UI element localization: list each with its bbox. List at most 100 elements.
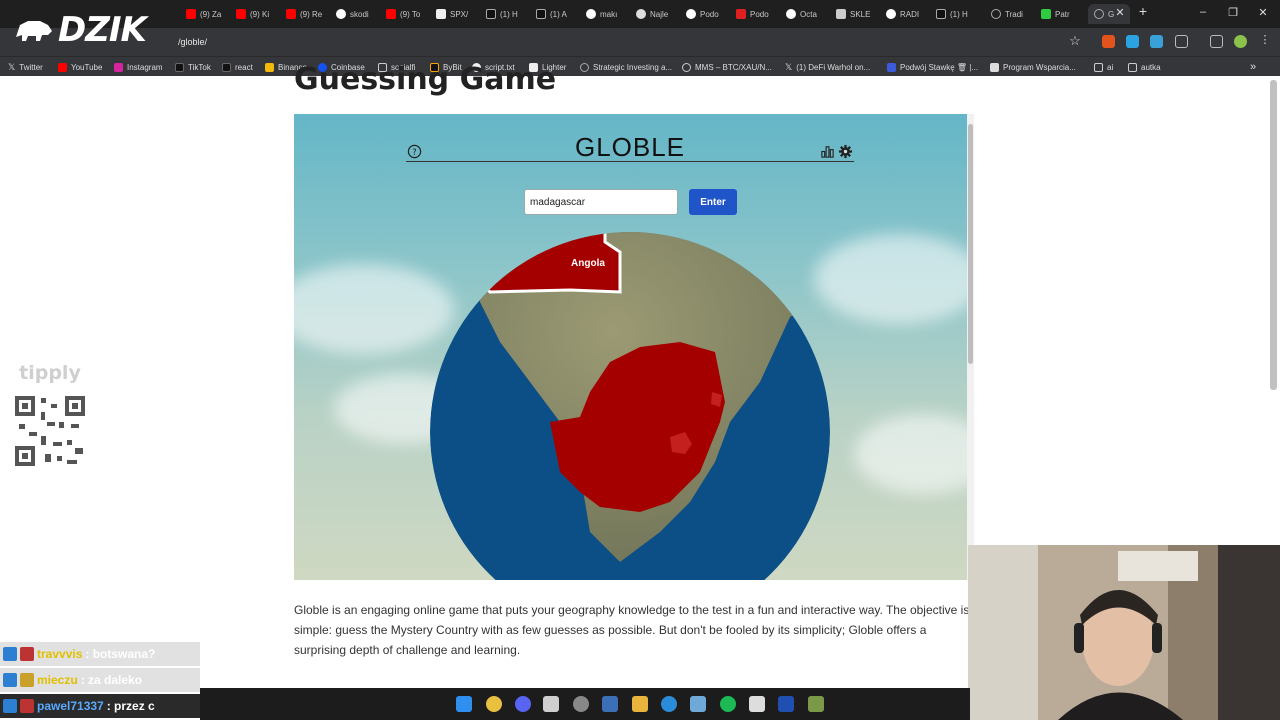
x-icon bbox=[936, 9, 946, 19]
extension-icon[interactable] bbox=[1126, 35, 1139, 48]
browser-tab[interactable]: RADI bbox=[880, 4, 930, 24]
browser-tab[interactable]: skodi bbox=[330, 4, 380, 24]
chrome-icon[interactable] bbox=[486, 696, 502, 712]
country-guess-input[interactable] bbox=[524, 189, 678, 215]
steam-icon[interactable] bbox=[602, 696, 618, 712]
bookmark[interactable]: 𝕏 Twitter bbox=[8, 60, 43, 74]
app-icon[interactable] bbox=[778, 696, 794, 712]
bookmark-label: Twitter bbox=[19, 62, 43, 72]
discord-icon[interactable] bbox=[515, 696, 531, 712]
tab-label: (9) Za bbox=[200, 9, 222, 19]
chat-text: : botswana? bbox=[85, 647, 156, 661]
bookmark-label: MMS – BTC/XAU/N... bbox=[695, 62, 772, 72]
bookmark[interactable]: MMS – BTC/XAU/N... bbox=[682, 60, 772, 74]
chat-message: pawel71337 : przez c bbox=[0, 694, 200, 718]
bookmark[interactable]: TikTok bbox=[175, 60, 211, 74]
browser-tab[interactable]: SPX/ bbox=[430, 4, 480, 24]
bookmark-folder[interactable]: autka bbox=[1128, 60, 1161, 74]
extension-icon[interactable] bbox=[1102, 35, 1115, 48]
url-field[interactable]: /globle/ bbox=[150, 32, 1090, 52]
browser-tab[interactable]: Podo bbox=[730, 4, 780, 24]
qr-code-icon bbox=[11, 392, 89, 470]
game-scrollbar-thumb[interactable] bbox=[968, 124, 973, 364]
minimize-icon[interactable]: – bbox=[1196, 6, 1210, 18]
x-icon: 𝕏 bbox=[785, 61, 793, 72]
puzzle-icon[interactable] bbox=[1175, 35, 1188, 48]
settings-gear-icon[interactable] bbox=[838, 144, 853, 159]
bookmark[interactable]: react bbox=[222, 60, 253, 74]
tipply-widget: tipply bbox=[8, 362, 92, 474]
bookmark[interactable]: 𝕏 (1) DeFi Warhol on... bbox=[785, 60, 870, 74]
browser-tab[interactable]: (9) Za bbox=[180, 4, 230, 24]
new-tab-icon[interactable]: + bbox=[1136, 3, 1150, 19]
chrome-icon bbox=[786, 9, 796, 19]
stats-icon[interactable] bbox=[820, 144, 835, 159]
bookmark[interactable]: Podwój Stawkę 🗑 |... bbox=[887, 60, 978, 74]
browser-tab[interactable]: SKLE bbox=[830, 4, 880, 24]
close-tab-icon[interactable]: ✕ bbox=[1113, 6, 1127, 19]
game-panel: GLOBLE ? Enter bbox=[294, 114, 967, 580]
star-icon[interactable]: ☆ bbox=[1068, 33, 1082, 49]
youtube-icon bbox=[236, 9, 246, 19]
bookmark-folder[interactable]: ai bbox=[1094, 60, 1113, 74]
app-icon[interactable] bbox=[808, 696, 824, 712]
tab-label: (9) Re bbox=[300, 9, 323, 19]
browser-tab[interactable]: (9) To bbox=[380, 4, 430, 24]
tab-label: Octa bbox=[800, 9, 817, 19]
help-icon[interactable]: ? bbox=[407, 144, 422, 159]
spotify-icon[interactable] bbox=[720, 696, 736, 712]
extension-icon[interactable] bbox=[1150, 35, 1163, 48]
instagram-icon bbox=[114, 62, 123, 72]
cloud-decoration bbox=[854, 414, 967, 494]
chat-message: travvvis : botswana? bbox=[0, 642, 200, 666]
x-icon bbox=[486, 9, 496, 19]
app-icon[interactable] bbox=[690, 696, 706, 712]
bookmarks-bar: 𝕏 Twitter YouTube Instagram TikTok react … bbox=[0, 56, 1280, 76]
obs-icon[interactable] bbox=[573, 696, 589, 712]
folder-icon[interactable] bbox=[632, 696, 648, 712]
menu-icon[interactable]: ⋮ bbox=[1258, 33, 1272, 46]
close-window-icon[interactable]: ✕ bbox=[1256, 6, 1270, 19]
bookmark[interactable]: Program Wsparcia... bbox=[990, 60, 1076, 74]
browser-tab[interactable]: (1) A bbox=[530, 4, 580, 24]
browser-tab[interactable]: (1) H bbox=[480, 4, 530, 24]
chrome-icon bbox=[686, 9, 696, 19]
app-icon[interactable] bbox=[543, 696, 559, 712]
site-icon bbox=[836, 9, 846, 19]
bookmark-label: Strategic Investing a... bbox=[593, 62, 673, 72]
bookmark-label: YouTube bbox=[71, 62, 103, 72]
browser-tab[interactable]: (1) H bbox=[930, 4, 980, 24]
loading-icon bbox=[991, 9, 1001, 19]
avatar[interactable] bbox=[1234, 35, 1247, 48]
youtube-icon bbox=[58, 62, 67, 72]
bookmark[interactable]: Instagram bbox=[114, 60, 163, 74]
browser-tab[interactable]: Najle bbox=[630, 4, 680, 24]
enter-button[interactable]: Enter bbox=[689, 189, 737, 215]
badge-icon bbox=[3, 647, 17, 661]
browser-tab[interactable]: Podo bbox=[680, 4, 730, 24]
page-scrollbar[interactable] bbox=[1270, 80, 1277, 390]
taskbar bbox=[200, 688, 970, 720]
chrome-icon bbox=[586, 9, 596, 19]
globe[interactable]: Angola bbox=[430, 232, 830, 580]
game-title: GLOBLE bbox=[406, 132, 854, 162]
windows-start-icon[interactable] bbox=[456, 696, 472, 712]
tab-label: Najle bbox=[650, 9, 669, 19]
sidebar-icon[interactable] bbox=[1210, 35, 1223, 48]
tab-label: RADI bbox=[900, 9, 920, 19]
bookmarks-overflow-icon[interactable]: » bbox=[1250, 60, 1256, 74]
restore-icon[interactable]: ❐ bbox=[1226, 6, 1240, 19]
browser-tab[interactable]: Patr bbox=[1035, 4, 1085, 24]
app-icon[interactable] bbox=[661, 696, 677, 712]
browser-tab[interactable]: (9) Re bbox=[280, 4, 330, 24]
app-icon[interactable] bbox=[749, 696, 765, 712]
youtube-icon bbox=[186, 9, 196, 19]
browser-tab[interactable]: makı bbox=[580, 4, 630, 24]
browser-tab[interactable]: Tradi bbox=[985, 4, 1035, 24]
bookmark[interactable]: Strategic Investing a... bbox=[580, 60, 672, 74]
tab-label: SPX/ bbox=[450, 9, 469, 19]
bookmark[interactable]: YouTube bbox=[58, 60, 102, 74]
browser-tab[interactable]: (9) Ki bbox=[230, 4, 280, 24]
chat-username: mieczu bbox=[37, 673, 78, 687]
browser-tab[interactable]: Octa bbox=[780, 4, 830, 24]
